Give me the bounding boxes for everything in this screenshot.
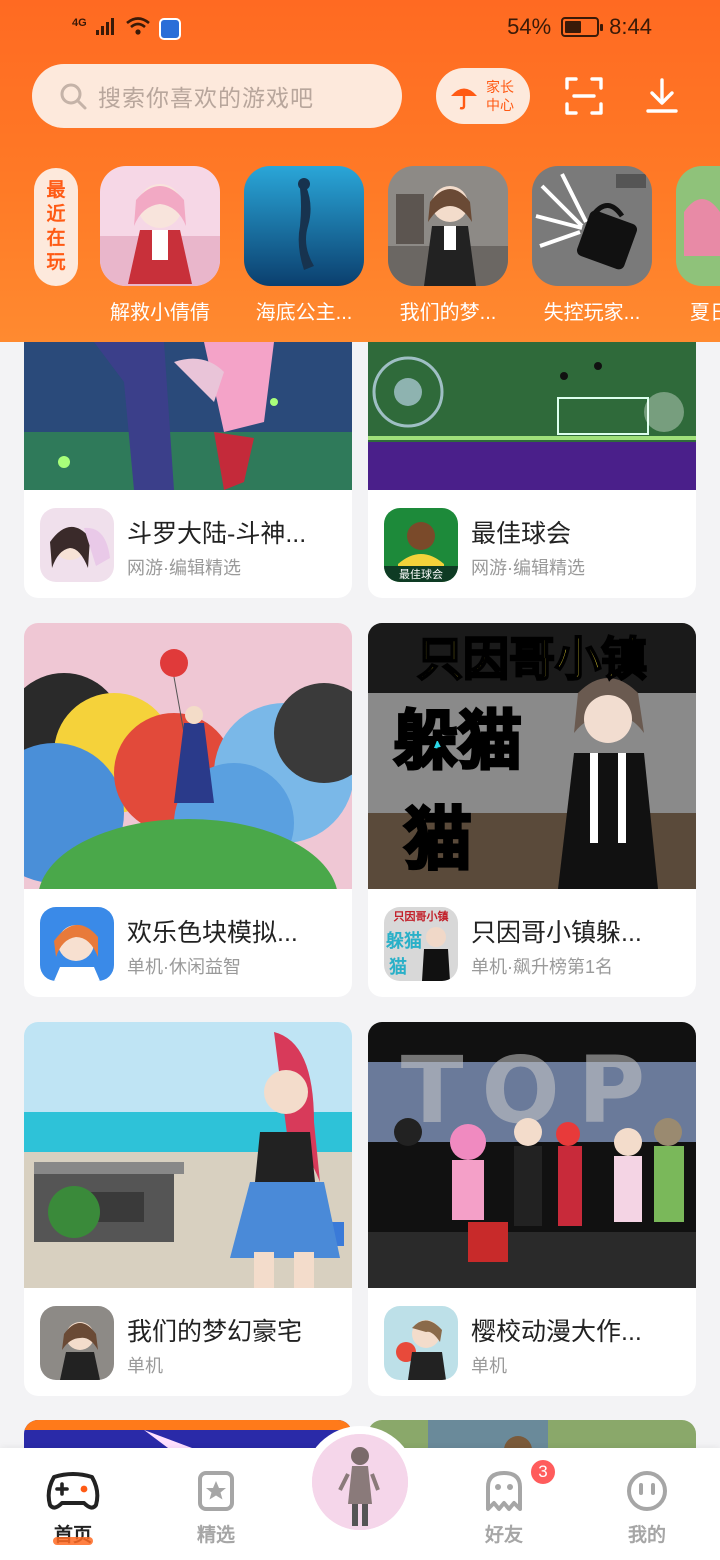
signal-icon — [95, 16, 117, 41]
avatar — [312, 1434, 408, 1530]
star-bookmark-icon — [189, 1464, 243, 1518]
parent-center-label-1: 家长 — [486, 79, 514, 95]
nav-label: 我的 — [627, 1525, 666, 1546]
game-icon — [40, 508, 114, 582]
recent-game-4[interactable]: 失控玩家... — [532, 166, 652, 325]
parent-center-button[interactable]: 家长 中心 — [436, 68, 530, 124]
gamepad-icon — [46, 1464, 100, 1518]
nav-home[interactable]: 首页 — [28, 1464, 118, 1546]
game-subtitle: 单机·飙升榜第1名 — [471, 957, 614, 977]
security-app-icon — [158, 17, 181, 40]
game-subtitle: 网游·编辑精选 — [127, 558, 241, 578]
game-title: 只因哥小镇躲... — [471, 919, 642, 947]
network-type: 4G — [72, 16, 87, 29]
anime-girl-thumb — [100, 166, 220, 286]
bottom-navigation: 首页 精选 3 好友 我的 — [0, 1426, 720, 1560]
game-card[interactable]: 欢乐色块模拟... 单机·休闲益智 — [24, 623, 352, 997]
top-header: 4G 54% 8:44 搜索你喜欢的游戏吧 家长 中心 最近在玩 解救小倩倩 海… — [0, 0, 720, 342]
game-icon-text: 只因哥小镇 — [394, 909, 449, 923]
game-icon-text: 躲猫 — [386, 930, 422, 952]
game-title: 我们的梦幻豪宅 — [127, 1318, 303, 1346]
game-card[interactable]: 我们的梦幻豪宅 单机 — [24, 1022, 352, 1396]
banner-text-line3: 猫 — [404, 801, 472, 880]
game-subtitle: 单机·休闲益智 — [127, 957, 241, 977]
search-placeholder: 搜索你喜欢的游戏吧 — [98, 85, 314, 111]
search-input[interactable]: 搜索你喜欢的游戏吧 — [32, 64, 402, 128]
wifi-icon — [125, 16, 151, 41]
recent-game-label: 海底公主... — [255, 302, 353, 324]
game-subtitle: 单机 — [471, 1356, 507, 1376]
umbrella-icon — [451, 88, 477, 110]
battery-level — [565, 21, 582, 33]
active-indicator — [53, 1537, 93, 1545]
nav-label: 好友 — [484, 1525, 523, 1546]
game-title: 最佳球会 — [471, 520, 572, 548]
recent-game-label: 解救小倩倩 — [110, 302, 210, 324]
banner-text-line1: 只因哥小镇 — [417, 632, 647, 686]
bag-thumb — [532, 166, 652, 286]
scan-icon[interactable] — [560, 72, 608, 120]
nav-label: 精选 — [196, 1525, 235, 1546]
game-card[interactable]: 最佳球会 最佳球会 网游·编辑精选 — [368, 342, 696, 598]
game-banner: TOP — [368, 1022, 696, 1288]
smiley-face-icon — [620, 1464, 674, 1518]
nav-featured[interactable]: 精选 — [171, 1464, 261, 1547]
game-title: 樱校动漫大作... — [471, 1318, 642, 1346]
battery-icon — [561, 17, 604, 37]
recent-game-2[interactable]: 海底公主... — [244, 166, 364, 325]
recent-game-1[interactable]: 解救小倩倩 — [100, 166, 220, 325]
recent-game-label: 夏日 — [690, 302, 720, 324]
game-icon: 最佳球会 — [384, 508, 458, 582]
game-icon — [40, 907, 114, 981]
game-banner — [24, 623, 352, 889]
game-banner — [368, 342, 696, 490]
game-banner — [24, 1022, 352, 1288]
recent-played-tag: 最近在玩 — [34, 168, 78, 286]
parent-center-label-2: 中心 — [486, 97, 514, 113]
mermaid-thumb — [244, 166, 364, 286]
girl-peace-thumb — [388, 166, 508, 286]
recent-game-5[interactable]: 夏日 — [676, 166, 720, 325]
clock: 8:44 — [609, 14, 652, 39]
download-icon[interactable] — [638, 72, 686, 120]
recent-game-label: 我们的梦... — [399, 302, 497, 324]
game-icon — [384, 1306, 458, 1380]
game-title: 欢乐色块模拟... — [127, 919, 298, 947]
game-icon-text: 最佳球会 — [399, 567, 443, 581]
battery-percent: 54% — [507, 14, 552, 39]
ghost-icon: 3 — [477, 1458, 557, 1518]
game-card[interactable]: TOP 樱校动漫大作... 单机 — [368, 1022, 696, 1396]
game-icon — [40, 1306, 114, 1380]
game-icon: 只因哥小镇躲猫猫 — [384, 907, 458, 981]
game-card[interactable]: 只因哥小镇 躲猫 猫 只因哥小镇 躲猫猫 只因哥小镇躲... 单机·飙升榜第1名 — [368, 623, 696, 997]
notification-badge: 3 — [529, 1458, 557, 1486]
game-icon-text: 猫 — [389, 956, 407, 978]
recent-game-3[interactable]: 我们的梦... — [388, 166, 508, 325]
nav-profile[interactable]: 我的 — [602, 1464, 692, 1547]
game-subtitle: 单机 — [127, 1356, 163, 1376]
banner-text-line2: 躲猫 — [394, 705, 522, 779]
center-avatar-button[interactable] — [304, 1426, 416, 1538]
search-icon — [60, 83, 87, 110]
game-banner: 只因哥小镇 躲猫 猫 — [368, 623, 696, 889]
recent-game-label: 失控玩家... — [543, 302, 641, 324]
game-subtitle: 网游·编辑精选 — [471, 558, 585, 578]
game-banner — [24, 342, 352, 490]
status-bar: 4G 54% 8:44 — [0, 0, 720, 56]
partial-thumb — [676, 166, 720, 286]
game-card[interactable]: 斗罗大陆-斗神... 网游·编辑精选 — [24, 342, 352, 598]
game-title: 斗罗大陆-斗神... — [127, 520, 307, 548]
nav-friends[interactable]: 3 好友 — [459, 1458, 557, 1547]
